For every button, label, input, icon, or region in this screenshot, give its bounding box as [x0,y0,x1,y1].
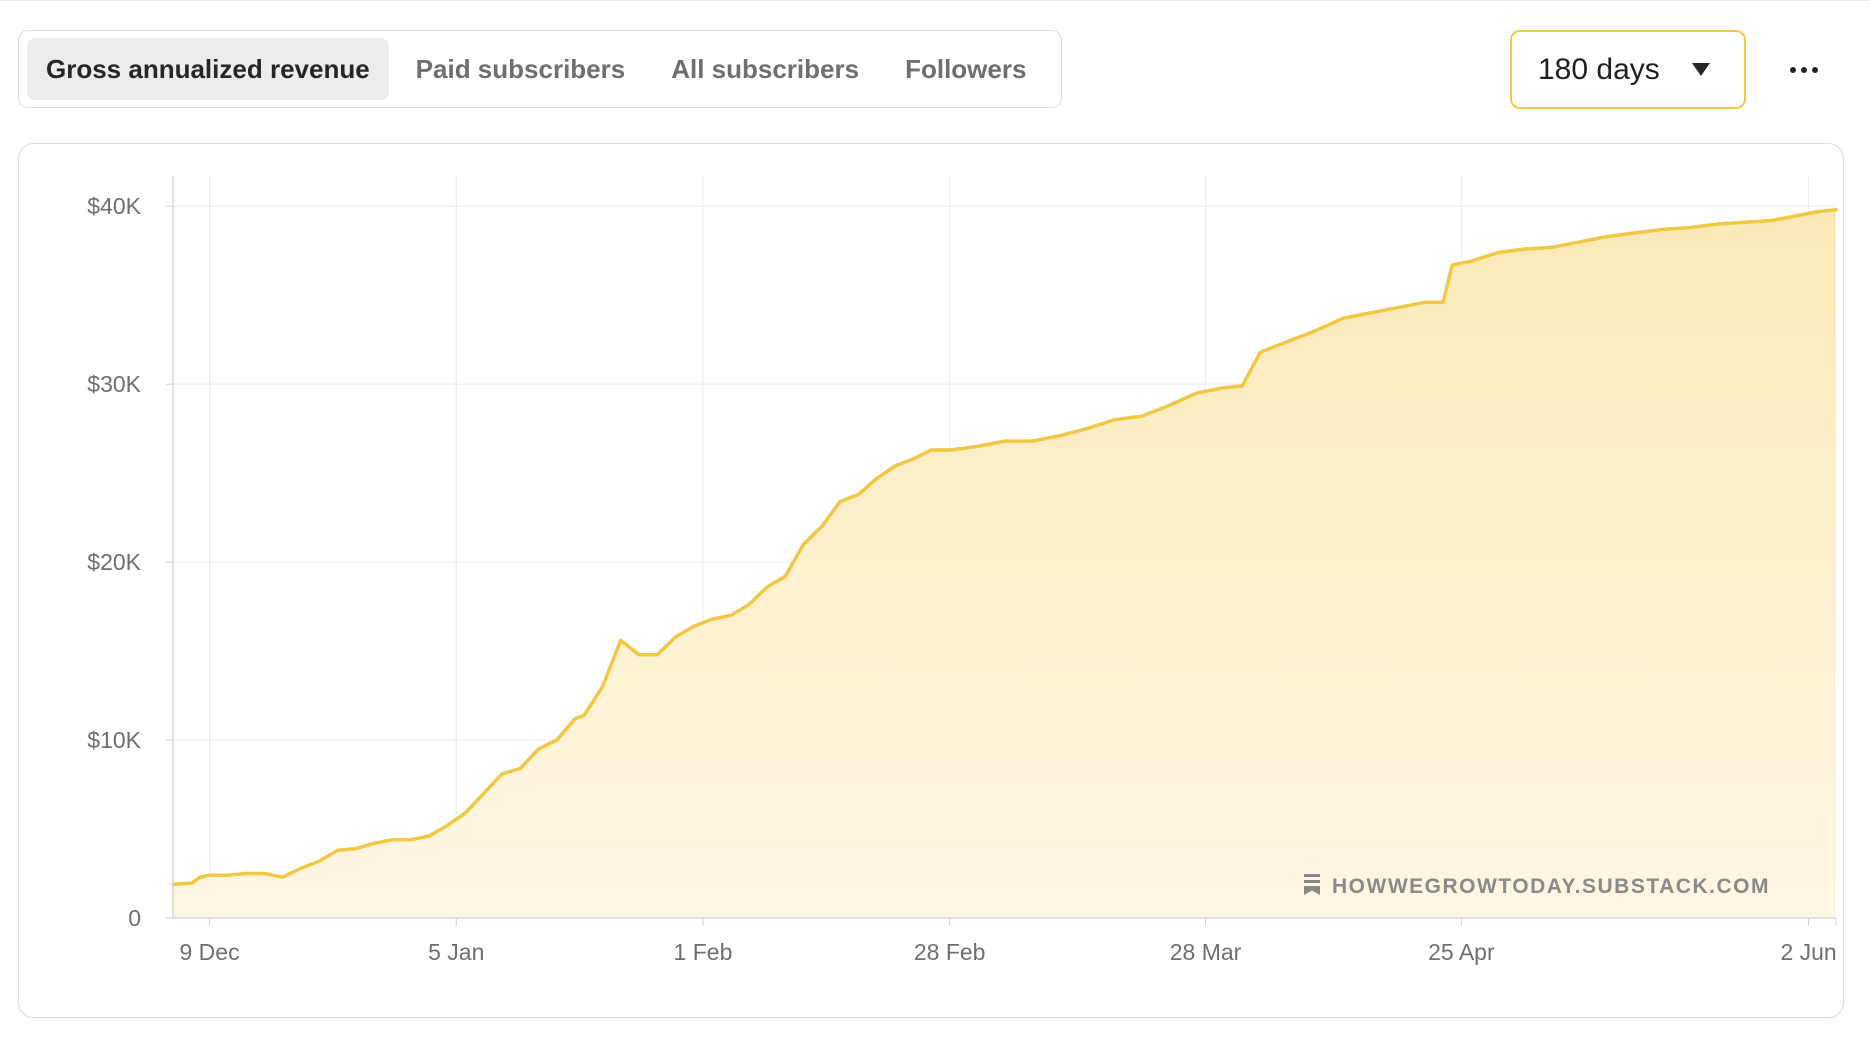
metric-tabs: Gross annualized revenue Paid subscriber… [18,30,1062,108]
x-tick-label: 2 Jun [1780,939,1836,965]
date-range-value: 180 days [1538,52,1660,86]
more-horizontal-icon [1790,67,1796,73]
tab-paid-subscribers[interactable]: Paid subscribers [397,38,645,100]
x-tick-label: 5 Jan [428,939,484,965]
revenue-area-fill [173,209,1836,919]
x-tick-label: 1 Feb [674,939,733,965]
x-tick-label: 28 Feb [914,939,986,965]
y-tick-label: 0 [128,905,141,931]
tab-gross-annualized-revenue[interactable]: Gross annualized revenue [27,38,389,100]
more-dot [1801,67,1807,73]
y-tick-label: $20K [87,549,141,575]
y-tick-label: $10K [87,727,141,753]
more-options-button[interactable] [1780,52,1828,88]
y-tick-label: $40K [87,193,141,219]
tab-all-subscribers[interactable]: All subscribers [652,38,878,100]
chart-card: 0 $10K $20K $30K $40K 9 Dec 5 Jan 1 Feb 28 Feb 28… [18,143,1844,1018]
date-range-select[interactable]: 180 days [1510,30,1746,109]
x-tick-label: 25 Apr [1428,939,1495,965]
x-tick-label: 9 Dec [180,939,240,965]
y-tick-label: $30K [87,371,141,397]
watermark: HOWWEGROWTODAY.SUBSTACK.COM [1304,874,1770,898]
chevron-down-icon [1692,63,1710,76]
x-tick-label: 28 Mar [1170,939,1242,965]
revenue-area-chart: 0 $10K $20K $30K $40K 9 Dec 5 Jan 1 Feb 28 Feb 28… [87,176,1838,965]
watermark-text: HOWWEGROWTODAY.SUBSTACK.COM [1332,875,1770,898]
top-divider [0,0,1870,1]
tab-followers[interactable]: Followers [886,38,1045,100]
more-dot [1812,67,1818,73]
